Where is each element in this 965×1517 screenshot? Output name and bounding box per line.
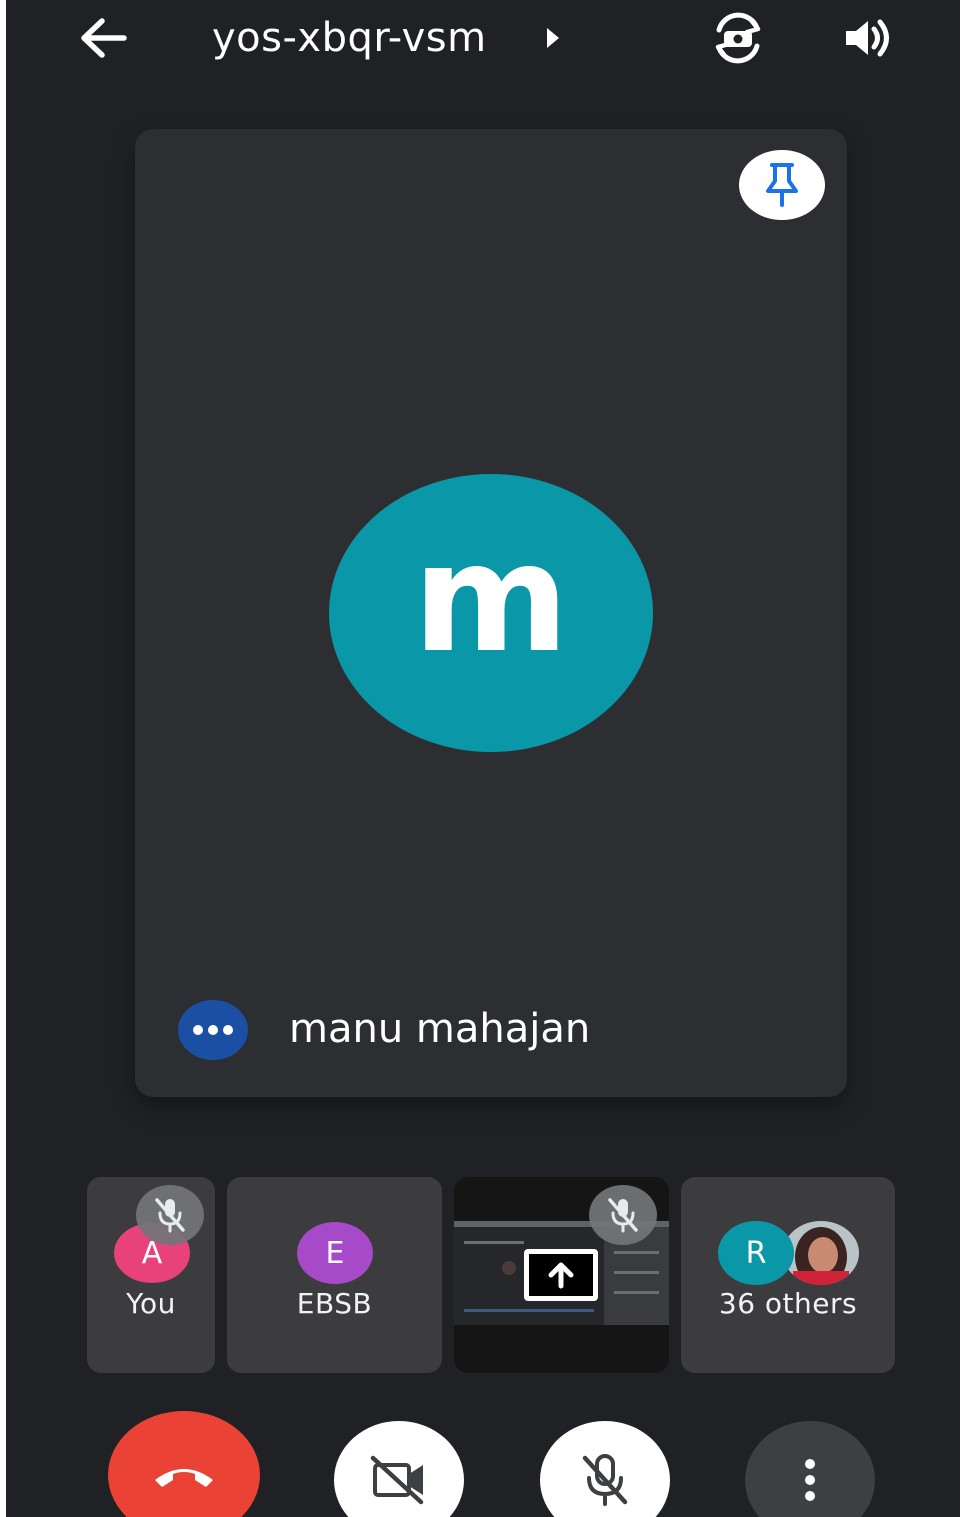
thumbnail-screen-share[interactable] bbox=[454, 1177, 669, 1373]
participant-avatar-letter: m bbox=[412, 512, 570, 686]
thumbnail-ebsb[interactable]: E EBSB bbox=[227, 1177, 442, 1373]
mic-off-icon bbox=[608, 1198, 638, 1233]
thumbnail-others[interactable]: R 36 others bbox=[681, 1177, 895, 1373]
camera-off-icon bbox=[370, 1455, 424, 1505]
thumbnail-label: 36 others bbox=[718, 1287, 858, 1320]
more-options-button[interactable] bbox=[745, 1421, 875, 1517]
mic-off-icon bbox=[155, 1198, 185, 1233]
thumbnail-label: You bbox=[126, 1287, 176, 1320]
avatar: R bbox=[718, 1221, 794, 1285]
participant-avatar: m bbox=[329, 474, 653, 752]
more-vertical-icon bbox=[805, 1459, 815, 1501]
pin-icon bbox=[766, 163, 798, 207]
meeting-details-toggle[interactable] bbox=[538, 20, 568, 56]
end-call-button[interactable] bbox=[108, 1411, 260, 1517]
mic-toggle-button[interactable] bbox=[540, 1421, 670, 1517]
pin-button[interactable] bbox=[739, 150, 825, 220]
avatar-photo bbox=[783, 1221, 859, 1285]
avatar-letter: R bbox=[745, 1235, 767, 1271]
meet-call-screen: yos-xbqr-vsm m manu mahajan A You E EBSB… bbox=[6, 0, 960, 1517]
mic-off-icon bbox=[582, 1454, 628, 1506]
present-screen-icon bbox=[524, 1249, 598, 1301]
participant-name: manu mahajan bbox=[289, 1006, 591, 1052]
avatar: E bbox=[297, 1222, 373, 1284]
audio-output-button[interactable] bbox=[836, 10, 896, 66]
meeting-code[interactable]: yos-xbqr-vsm bbox=[212, 12, 487, 64]
main-participant-tile[interactable]: m manu mahajan bbox=[135, 129, 847, 1097]
more-options-icon[interactable] bbox=[178, 1000, 248, 1060]
switch-camera-button[interactable] bbox=[706, 8, 770, 68]
arrow-back-icon bbox=[81, 18, 127, 58]
switch-camera-icon bbox=[715, 12, 761, 64]
back-button[interactable] bbox=[74, 12, 134, 64]
volume-icon bbox=[846, 19, 889, 57]
thumbnail-label: EBSB bbox=[296, 1287, 373, 1320]
camera-toggle-button[interactable] bbox=[334, 1421, 464, 1517]
caret-right-icon bbox=[547, 28, 559, 48]
mic-off-badge bbox=[589, 1185, 657, 1245]
avatar-letter: E bbox=[325, 1235, 345, 1271]
thumbnail-you[interactable]: A You bbox=[87, 1177, 215, 1373]
mic-off-badge bbox=[136, 1185, 204, 1245]
end-call-icon bbox=[155, 1469, 213, 1487]
top-bar: yos-xbqr-vsm bbox=[6, 0, 960, 80]
